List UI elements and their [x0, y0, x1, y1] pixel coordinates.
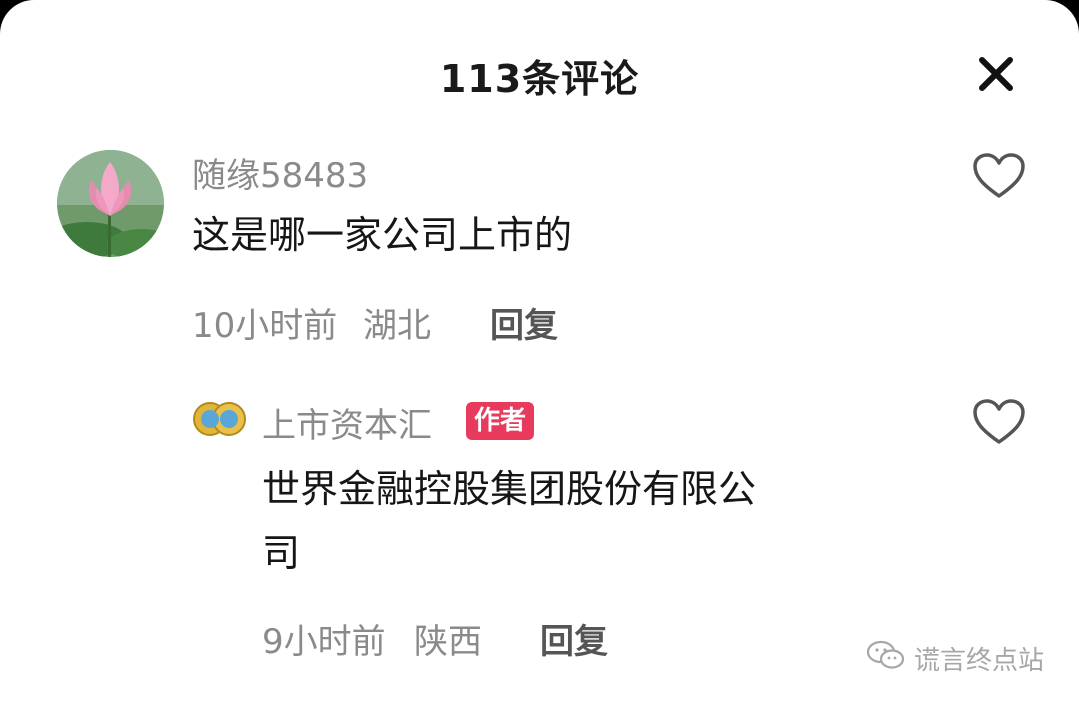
comment-location: 湖北	[363, 306, 431, 346]
comments-sheet: 113条评论 随缘58483 这是哪一家公司上市的 10小时前 湖北 回复 上市…	[0, 0, 1079, 704]
reply-button[interactable]: 回复	[540, 614, 608, 663]
reply-text-line-2: 司	[262, 531, 301, 575]
reply-location: 陕西	[414, 622, 482, 662]
heart-outline-icon[interactable]	[972, 152, 1026, 200]
gold-coin-avatar[interactable]	[192, 397, 247, 441]
author-badge: 作者	[466, 402, 535, 440]
reply-username[interactable]: 上市资本汇	[262, 398, 432, 447]
comment-time: 10小时前	[192, 306, 338, 346]
comment-text: 这是哪一家公司上市的	[192, 213, 573, 257]
comment-username[interactable]: 随缘58483	[192, 148, 368, 197]
reply-time: 9小时前	[262, 622, 386, 662]
reply-button[interactable]: 回复	[490, 298, 558, 347]
wechat-icon	[866, 639, 914, 678]
heart-outline-icon[interactable]	[972, 398, 1026, 446]
comment-count-title: 113条评论	[439, 57, 640, 101]
watermark: 谎言终点站	[866, 640, 1044, 676]
watermark-text: 谎言终点站	[914, 645, 1045, 676]
close-icon[interactable]	[974, 52, 1018, 96]
reply-text-line-1: 世界金融控股集团股份有限公	[262, 467, 757, 511]
lotus-avatar[interactable]	[57, 150, 164, 257]
